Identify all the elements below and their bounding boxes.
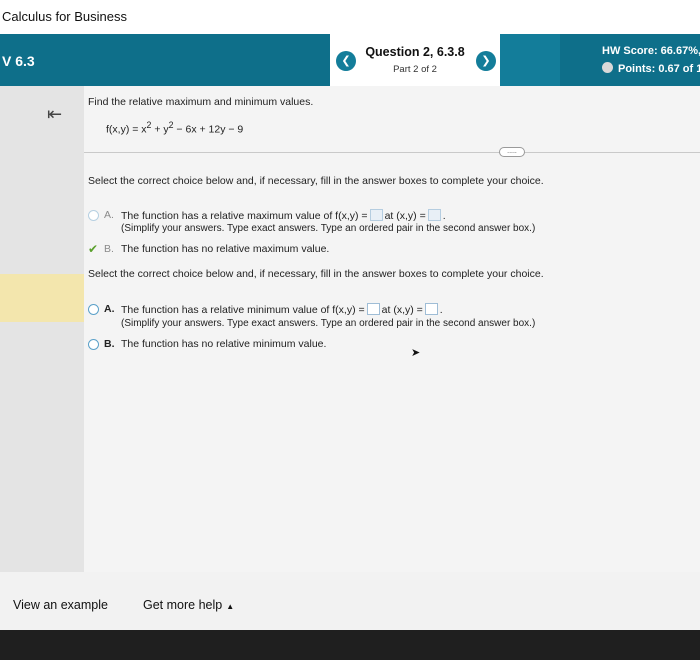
checkmark-icon: ✔ bbox=[88, 242, 99, 256]
header-left: V 6.3 bbox=[0, 34, 340, 86]
choice-min-a-letter: A. bbox=[104, 303, 115, 315]
choice-max-b-letter: B. bbox=[104, 243, 114, 255]
choice-min-b-text: The function has no relative minimum val… bbox=[121, 338, 327, 350]
question-header: V 6.3 ❮ Question 2, 6.3.8 Part 2 of 2 ❯ … bbox=[0, 34, 700, 86]
radio-min-a[interactable] bbox=[88, 304, 99, 315]
section-label: V 6.3 bbox=[2, 53, 35, 69]
chevron-right-icon[interactable]: ❯ bbox=[476, 51, 496, 71]
question-navigator: ❮ Question 2, 6.3.8 Part 2 of 2 ❯ bbox=[330, 34, 500, 86]
question-part: Part 2 of 2 bbox=[393, 64, 437, 75]
choice-max-a-text: The function has a relative maximum valu… bbox=[121, 209, 446, 222]
instruction-max: Select the correct choice below and, if … bbox=[88, 175, 544, 187]
dark-band bbox=[0, 630, 700, 660]
instruction-min: Select the correct choice below and, if … bbox=[88, 268, 544, 280]
points-text: Points: 0.67 of 1 bbox=[618, 63, 700, 75]
radio-min-b[interactable] bbox=[88, 339, 99, 350]
choice-min-a-text: The function has a relative minimum valu… bbox=[121, 303, 443, 316]
choice-min-b-letter: B. bbox=[104, 338, 115, 350]
choice-max-a-text-end: . bbox=[442, 210, 446, 222]
points-row: Points: 0.67 of 1 bbox=[602, 62, 700, 75]
choice-max-a-letter: A. bbox=[104, 209, 114, 221]
collapse-left-icon[interactable]: ⇤ bbox=[47, 104, 62, 125]
choice-max-a-text-before: The function has a relative maximum valu… bbox=[121, 210, 368, 222]
function-rhs: − 6x + 12y − 9 bbox=[173, 123, 244, 136]
content-panel bbox=[84, 86, 700, 572]
divider bbox=[84, 152, 700, 153]
max-value-input[interactable] bbox=[369, 209, 383, 221]
get-more-help-button[interactable]: Get more help ▲ bbox=[143, 598, 234, 612]
choice-max-b-text: The function has no relative maximum val… bbox=[121, 243, 330, 255]
radio-max-a[interactable] bbox=[88, 210, 99, 221]
get-more-help-label: Get more help bbox=[143, 598, 223, 612]
chevron-left-icon[interactable]: ❮ bbox=[336, 51, 356, 71]
choice-min-a-text-end: . bbox=[439, 304, 443, 316]
points-icon bbox=[602, 62, 613, 73]
choice-min-a-text-mid: at (x,y) = bbox=[381, 304, 423, 316]
view-example-button[interactable]: View an example bbox=[13, 598, 108, 612]
app-title: Calculus for Business bbox=[2, 9, 127, 24]
bottom-bar: View an example Get more help ▲ bbox=[0, 572, 700, 630]
more-button[interactable]: ..... bbox=[499, 147, 525, 157]
left-strip bbox=[0, 86, 84, 630]
caret-up-icon: ▲ bbox=[226, 602, 235, 611]
note-min: (Simplify your answers. Type exact answe… bbox=[121, 318, 536, 329]
function-mid: + y bbox=[151, 123, 169, 136]
choice-min-a-text-before: The function has a relative minimum valu… bbox=[121, 304, 365, 316]
function-expression: f(x,y) = x2 + y2 − 6x + 12y − 9 bbox=[106, 120, 243, 136]
score-box: HW Score: 66.67%, Points: 0.67 of 1 bbox=[560, 34, 700, 86]
hw-score: HW Score: 66.67%, bbox=[602, 45, 700, 57]
max-point-input[interactable] bbox=[427, 209, 441, 221]
choice-max-a-text-mid: at (x,y) = bbox=[384, 210, 426, 222]
left-strip-highlight bbox=[0, 274, 84, 322]
function-lhs: f(x,y) = x bbox=[106, 123, 147, 136]
min-point-input[interactable] bbox=[424, 303, 438, 315]
app-title-bar: Calculus for Business bbox=[0, 0, 700, 34]
note-max: (Simplify your answers. Type exact answe… bbox=[121, 223, 536, 234]
problem-prompt: Find the relative maximum and minimum va… bbox=[88, 96, 314, 108]
question-title: Question 2, 6.3.8 bbox=[365, 45, 465, 59]
min-value-input[interactable] bbox=[366, 303, 380, 315]
mouse-cursor-icon: ➤ bbox=[411, 347, 421, 359]
